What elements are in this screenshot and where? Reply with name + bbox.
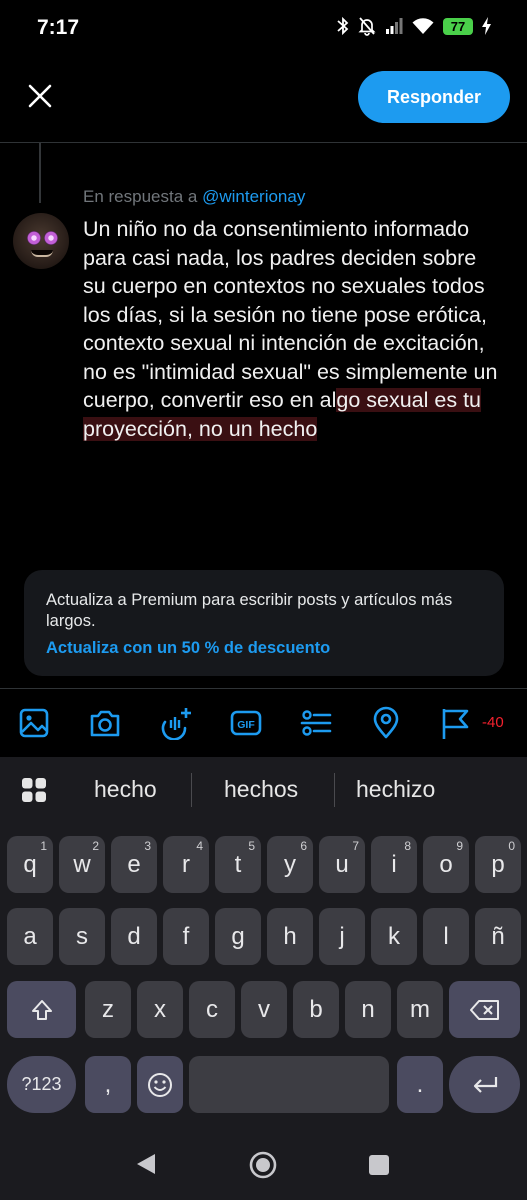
key-q[interactable]: q1 bbox=[7, 836, 53, 893]
key-u[interactable]: u7 bbox=[319, 836, 365, 893]
period-key[interactable]: . bbox=[397, 1056, 443, 1113]
apps-grid-icon[interactable] bbox=[21, 777, 47, 803]
key-o[interactable]: o9 bbox=[423, 836, 469, 893]
key-c[interactable]: c bbox=[189, 981, 235, 1038]
reply-button[interactable]: Responder bbox=[358, 71, 510, 123]
key-h[interactable]: h bbox=[267, 908, 313, 965]
key-x[interactable]: x bbox=[137, 981, 183, 1038]
battery-indicator: 77 bbox=[443, 17, 473, 35]
toolbar-divider bbox=[0, 688, 527, 689]
image-icon[interactable] bbox=[17, 706, 51, 740]
key-k[interactable]: k bbox=[371, 908, 417, 965]
emoji-key[interactable] bbox=[137, 1056, 183, 1113]
flag-icon[interactable] bbox=[439, 706, 473, 740]
signal-icon bbox=[386, 18, 403, 34]
key-b[interactable]: b bbox=[293, 981, 339, 1038]
enter-key[interactable] bbox=[449, 1056, 520, 1113]
thread-line bbox=[39, 143, 41, 203]
key-y[interactable]: y6 bbox=[267, 836, 313, 893]
key-l[interactable]: l bbox=[423, 908, 469, 965]
charging-icon bbox=[482, 17, 491, 35]
key-a[interactable]: a bbox=[7, 908, 53, 965]
header-divider bbox=[0, 142, 527, 143]
key-r[interactable]: r4 bbox=[163, 836, 209, 893]
status-bar: 7:17 77 bbox=[0, 0, 527, 58]
suggestion-1[interactable]: hecho bbox=[94, 776, 157, 803]
enter-icon bbox=[473, 1076, 497, 1093]
wifi-icon bbox=[412, 18, 434, 34]
reply-to-label: En respuesta a @winterionay bbox=[83, 187, 305, 207]
key-d[interactable]: d bbox=[111, 908, 157, 965]
compose-text: Un niño no da consentimiento informado p… bbox=[83, 217, 498, 412]
emoji-icon bbox=[148, 1072, 172, 1097]
comma-key[interactable]: , bbox=[85, 1056, 131, 1113]
status-time: 7:17 bbox=[37, 16, 80, 39]
key-m[interactable]: m bbox=[397, 981, 443, 1038]
premium-upgrade-link[interactable]: Actualiza con un 50 % de descuento bbox=[46, 639, 482, 658]
home-icon[interactable] bbox=[248, 1150, 278, 1180]
reply-prefix: En respuesta a bbox=[83, 187, 198, 206]
system-nav-bar bbox=[0, 1130, 527, 1200]
recents-icon[interactable] bbox=[368, 1154, 390, 1176]
svg-text:GIF: GIF bbox=[237, 719, 255, 731]
key-v[interactable]: v bbox=[241, 981, 287, 1038]
key-j[interactable]: j bbox=[319, 908, 365, 965]
location-icon[interactable] bbox=[369, 706, 403, 740]
close-icon[interactable] bbox=[22, 78, 58, 114]
key-g[interactable]: g bbox=[215, 908, 261, 965]
bell-muted-icon bbox=[358, 17, 376, 36]
suggestion-3[interactable]: hechizo bbox=[356, 776, 435, 803]
suggestion-divider bbox=[191, 773, 192, 807]
key-enye[interactable]: ñ bbox=[475, 908, 521, 965]
suggestion-divider bbox=[334, 773, 335, 807]
gif-icon[interactable]: GIF bbox=[229, 706, 263, 740]
suggestion-2[interactable]: hechos bbox=[224, 776, 298, 803]
backspace-icon bbox=[469, 999, 499, 1020]
avatar[interactable] bbox=[13, 213, 69, 269]
key-f[interactable]: f bbox=[163, 908, 209, 965]
key-n[interactable]: n bbox=[345, 981, 391, 1038]
character-count: -40 bbox=[482, 714, 504, 731]
key-p[interactable]: p0 bbox=[475, 836, 521, 893]
key-i[interactable]: i8 bbox=[371, 836, 417, 893]
shift-icon bbox=[31, 999, 52, 1020]
reply-handle[interactable]: @winterionay bbox=[202, 187, 305, 206]
key-t[interactable]: t5 bbox=[215, 836, 261, 893]
premium-text: Actualiza a Premium para escribir posts … bbox=[46, 591, 453, 630]
bluetooth-icon bbox=[337, 16, 349, 36]
space-key[interactable] bbox=[189, 1056, 389, 1113]
status-icons: 77 bbox=[337, 16, 491, 36]
compose-textarea[interactable]: Un niño no da consentimiento informado p… bbox=[83, 215, 503, 443]
key-z[interactable]: z bbox=[85, 981, 131, 1038]
backspace-key[interactable] bbox=[449, 981, 520, 1038]
poll-icon[interactable] bbox=[299, 706, 333, 740]
back-icon[interactable] bbox=[135, 1152, 157, 1176]
compose-toolbar: GIF -40 bbox=[0, 700, 527, 750]
symbols-key[interactable]: ?123 bbox=[7, 1056, 76, 1113]
key-e[interactable]: e3 bbox=[111, 836, 157, 893]
shift-key[interactable] bbox=[7, 981, 76, 1038]
grok-icon[interactable] bbox=[159, 706, 193, 740]
key-s[interactable]: s bbox=[59, 908, 105, 965]
premium-banner: Actualiza a Premium para escribir posts … bbox=[24, 570, 504, 676]
camera-icon[interactable] bbox=[88, 706, 122, 740]
key-w[interactable]: w2 bbox=[59, 836, 105, 893]
